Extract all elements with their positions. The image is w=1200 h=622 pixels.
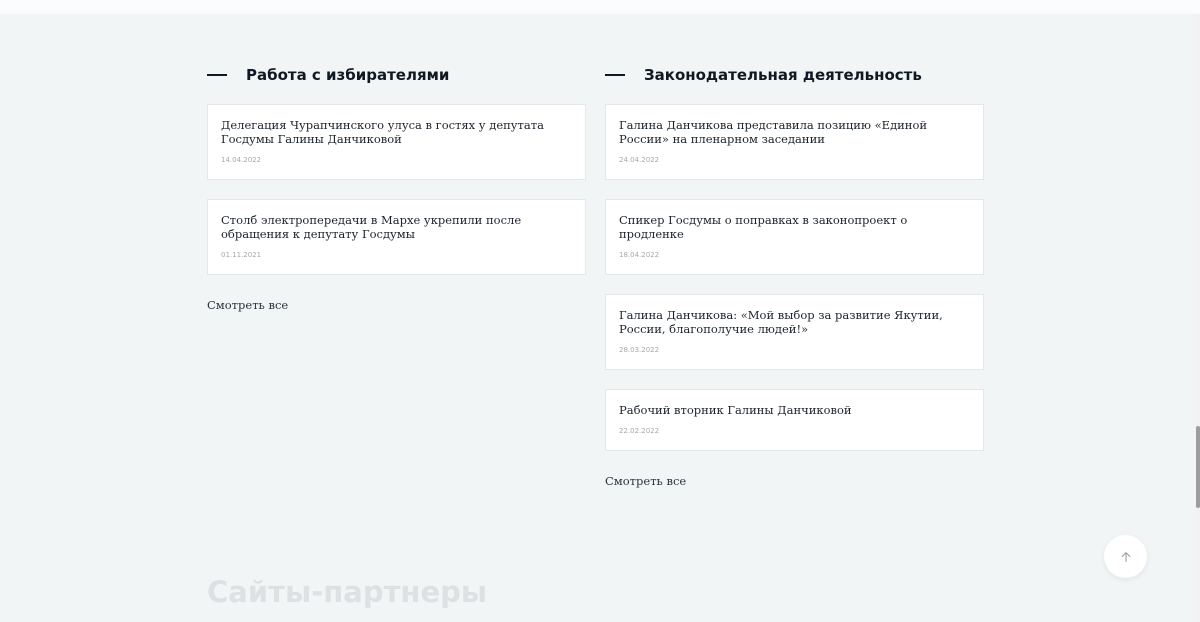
news-card[interactable]: Галина Данчикова представила позицию «Ед… bbox=[605, 104, 984, 180]
news-card-date: 28.03.2022 bbox=[619, 346, 660, 354]
section-title: Работа с избирателями bbox=[207, 65, 586, 85]
news-card[interactable]: Спикер Госдумы о поправках в законопроек… bbox=[605, 199, 984, 275]
section-voter-work: Работа с избирателями Делегация Чурапчин… bbox=[207, 65, 586, 313]
see-all-link[interactable]: Смотреть все bbox=[207, 298, 288, 312]
title-dash bbox=[605, 74, 625, 76]
page-top-strip bbox=[0, 0, 1200, 14]
news-card[interactable]: Галина Данчикова: «Мой выбор за развитие… bbox=[605, 294, 984, 370]
scroll-to-top-button[interactable] bbox=[1104, 535, 1147, 578]
section-title: Законодательная деятельность bbox=[605, 65, 984, 85]
see-all-link[interactable]: Смотреть все bbox=[605, 474, 686, 488]
news-card[interactable]: Рабочий вторник Галины Данчиковой 22.02.… bbox=[605, 389, 984, 451]
news-card-date: 24.04.2022 bbox=[619, 156, 660, 164]
news-card-title: Делегация Чурапчинского улуса в гостях у… bbox=[221, 118, 544, 146]
title-dash bbox=[207, 74, 227, 76]
scrollbar-track[interactable] bbox=[1196, 14, 1200, 622]
news-card-title: Рабочий вторник Галины Данчиковой bbox=[619, 403, 852, 417]
news-card-date: 01.11.2021 bbox=[221, 251, 262, 259]
section-title-text: Работа с избирателями bbox=[246, 66, 450, 84]
news-card-title: Столб электропередачи в Мархе укрепили п… bbox=[221, 213, 522, 241]
scrollbar-thumb[interactable] bbox=[1196, 426, 1200, 508]
content-panel bbox=[0, 14, 1196, 622]
section-legislative-activity: Законодательная деятельность Галина Данч… bbox=[605, 65, 984, 489]
section-title-text: Законодательная деятельность bbox=[644, 66, 922, 84]
news-card-date: 14.04.2022 bbox=[221, 156, 262, 164]
news-card-title: Галина Данчикова: «Мой выбор за развитие… bbox=[619, 308, 943, 336]
news-card[interactable]: Делегация Чурапчинского улуса в гостях у… bbox=[207, 104, 586, 180]
news-card[interactable]: Столб электропередачи в Мархе укрепили п… bbox=[207, 199, 586, 275]
arrow-up-icon bbox=[1120, 551, 1132, 563]
news-card-date: 18.04.2022 bbox=[619, 251, 660, 259]
news-card-date: 22.02.2022 bbox=[619, 427, 660, 435]
news-card-title: Спикер Госдумы о поправках в законопроек… bbox=[619, 213, 908, 241]
partners-heading: Сайты-партнеры bbox=[207, 575, 488, 609]
news-card-title: Галина Данчикова представила позицию «Ед… bbox=[619, 118, 928, 146]
